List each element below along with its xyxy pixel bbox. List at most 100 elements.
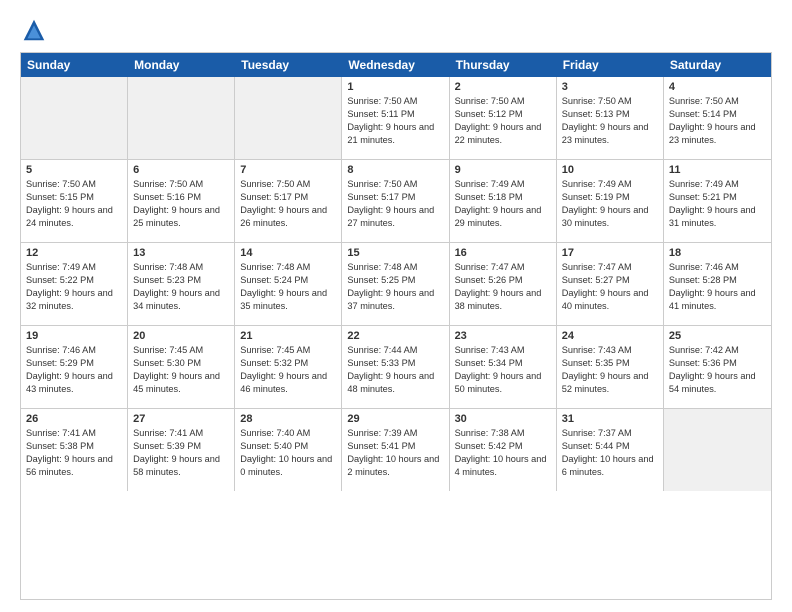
calendar-cell-29: 29 Sunrise: 7:39 AM Sunset: 5:41 PM Dayli…: [342, 409, 449, 491]
cell-info: Sunrise: 7:46 AM Sunset: 5:28 PM Dayligh…: [669, 261, 766, 313]
cell-info: Sunrise: 7:39 AM Sunset: 5:41 PM Dayligh…: [347, 427, 443, 479]
day-number: 11: [669, 164, 766, 176]
cell-info: Sunrise: 7:48 AM Sunset: 5:23 PM Dayligh…: [133, 261, 229, 313]
calendar-cell-4: 4 Sunrise: 7:50 AM Sunset: 5:14 PM Daylig…: [664, 77, 771, 159]
calendar-cell-19: 19Sunrise: 7:46 AM Sunset: 5:29 PM Dayli…: [21, 326, 128, 408]
header-day-monday: Monday: [128, 53, 235, 77]
calendar-cell-25: 25 Sunrise: 7:42 AM Sunset: 5:36 PM Dayli…: [664, 326, 771, 408]
day-number: 29: [347, 413, 443, 425]
calendar-cell-empty-6: [664, 409, 771, 491]
calendar-row-4: 26Sunrise: 7:41 AM Sunset: 5:38 PM Dayli…: [21, 408, 771, 491]
calendar-body: 1 Sunrise: 7:50 AM Sunset: 5:11 PM Daylig…: [21, 77, 771, 491]
calendar-cell-7: 7Sunrise: 7:50 AM Sunset: 5:17 PM Daylig…: [235, 160, 342, 242]
day-number: 6: [133, 164, 229, 176]
day-number: 8: [347, 164, 443, 176]
cell-info: Sunrise: 7:42 AM Sunset: 5:36 PM Dayligh…: [669, 344, 766, 396]
day-number: 17: [562, 247, 658, 259]
calendar-cell-30: 30Sunrise: 7:38 AM Sunset: 5:42 PM Dayli…: [450, 409, 557, 491]
day-number: 1: [347, 81, 443, 93]
day-number: 4: [669, 81, 766, 93]
logo: [20, 16, 52, 44]
calendar-cell-16: 16Sunrise: 7:47 AM Sunset: 5:26 PM Dayli…: [450, 243, 557, 325]
calendar-cell-10: 10 Sunrise: 7:49 AM Sunset: 5:19 PM Dayli…: [557, 160, 664, 242]
cell-info: Sunrise: 7:48 AM Sunset: 5:24 PM Dayligh…: [240, 261, 336, 313]
cell-info: Sunrise: 7:50 AM Sunset: 5:12 PM Dayligh…: [455, 95, 551, 147]
calendar-row-3: 19Sunrise: 7:46 AM Sunset: 5:29 PM Dayli…: [21, 325, 771, 408]
header-day-sunday: Sunday: [21, 53, 128, 77]
cell-info: Sunrise: 7:50 AM Sunset: 5:11 PM Dayligh…: [347, 95, 443, 147]
cell-info: Sunrise: 7:40 AM Sunset: 5:40 PM Dayligh…: [240, 427, 336, 479]
calendar-cell-1: 1 Sunrise: 7:50 AM Sunset: 5:11 PM Daylig…: [342, 77, 449, 159]
calendar-cell-22: 22Sunrise: 7:44 AM Sunset: 5:33 PM Dayli…: [342, 326, 449, 408]
calendar-cell-8: 8Sunrise: 7:50 AM Sunset: 5:17 PM Daylig…: [342, 160, 449, 242]
cell-info: Sunrise: 7:43 AM Sunset: 5:34 PM Dayligh…: [455, 344, 551, 396]
day-number: 31: [562, 413, 658, 425]
header-day-tuesday: Tuesday: [235, 53, 342, 77]
calendar-cell-24: 24 Sunrise: 7:43 AM Sunset: 5:35 PM Dayli…: [557, 326, 664, 408]
cell-info: Sunrise: 7:38 AM Sunset: 5:42 PM Dayligh…: [455, 427, 551, 479]
calendar-cell-13: 13 Sunrise: 7:48 AM Sunset: 5:23 PM Dayli…: [128, 243, 235, 325]
cell-info: Sunrise: 7:37 AM Sunset: 5:44 PM Dayligh…: [562, 427, 658, 479]
calendar-cell-6: 6Sunrise: 7:50 AM Sunset: 5:16 PM Daylig…: [128, 160, 235, 242]
day-number: 27: [133, 413, 229, 425]
header-day-wednesday: Wednesday: [342, 53, 449, 77]
cell-info: Sunrise: 7:49 AM Sunset: 5:21 PM Dayligh…: [669, 178, 766, 230]
calendar-cell-18: 18Sunrise: 7:46 AM Sunset: 5:28 PM Dayli…: [664, 243, 771, 325]
cell-info: Sunrise: 7:46 AM Sunset: 5:29 PM Dayligh…: [26, 344, 122, 396]
day-number: 15: [347, 247, 443, 259]
calendar-row-0: 1 Sunrise: 7:50 AM Sunset: 5:11 PM Daylig…: [21, 77, 771, 159]
cell-info: Sunrise: 7:50 AM Sunset: 5:13 PM Dayligh…: [562, 95, 658, 147]
calendar-header: SundayMondayTuesdayWednesdayThursdayFrid…: [21, 53, 771, 77]
calendar-cell-2: 2 Sunrise: 7:50 AM Sunset: 5:12 PM Daylig…: [450, 77, 557, 159]
calendar-cell-15: 15 Sunrise: 7:48 AM Sunset: 5:25 PM Dayli…: [342, 243, 449, 325]
calendar-cell-empty-0: [21, 77, 128, 159]
day-number: 25: [669, 330, 766, 342]
cell-info: Sunrise: 7:47 AM Sunset: 5:27 PM Dayligh…: [562, 261, 658, 313]
calendar-cell-12: 12 Sunrise: 7:49 AM Sunset: 5:22 PM Dayli…: [21, 243, 128, 325]
day-number: 20: [133, 330, 229, 342]
calendar-row-1: 5Sunrise: 7:50 AM Sunset: 5:15 PM Daylig…: [21, 159, 771, 242]
day-number: 9: [455, 164, 551, 176]
calendar-cell-21: 21Sunrise: 7:45 AM Sunset: 5:32 PM Dayli…: [235, 326, 342, 408]
header-day-thursday: Thursday: [450, 53, 557, 77]
day-number: 12: [26, 247, 122, 259]
day-number: 26: [26, 413, 122, 425]
calendar: SundayMondayTuesdayWednesdayThursdayFrid…: [20, 52, 772, 600]
day-number: 24: [562, 330, 658, 342]
header-day-friday: Friday: [557, 53, 664, 77]
calendar-cell-26: 26Sunrise: 7:41 AM Sunset: 5:38 PM Dayli…: [21, 409, 128, 491]
calendar-cell-3: 3Sunrise: 7:50 AM Sunset: 5:13 PM Daylig…: [557, 77, 664, 159]
cell-info: Sunrise: 7:47 AM Sunset: 5:26 PM Dayligh…: [455, 261, 551, 313]
header-day-saturday: Saturday: [664, 53, 771, 77]
page: SundayMondayTuesdayWednesdayThursdayFrid…: [0, 0, 792, 612]
cell-info: Sunrise: 7:48 AM Sunset: 5:25 PM Dayligh…: [347, 261, 443, 313]
calendar-cell-11: 11 Sunrise: 7:49 AM Sunset: 5:21 PM Dayli…: [664, 160, 771, 242]
day-number: 21: [240, 330, 336, 342]
day-number: 10: [562, 164, 658, 176]
day-number: 22: [347, 330, 443, 342]
calendar-cell-28: 28Sunrise: 7:40 AM Sunset: 5:40 PM Dayli…: [235, 409, 342, 491]
day-number: 23: [455, 330, 551, 342]
calendar-cell-17: 17 Sunrise: 7:47 AM Sunset: 5:27 PM Dayli…: [557, 243, 664, 325]
calendar-cell-23: 23 Sunrise: 7:43 AM Sunset: 5:34 PM Dayli…: [450, 326, 557, 408]
logo-icon: [20, 16, 48, 44]
calendar-cell-14: 14 Sunrise: 7:48 AM Sunset: 5:24 PM Dayli…: [235, 243, 342, 325]
calendar-row-2: 12 Sunrise: 7:49 AM Sunset: 5:22 PM Dayli…: [21, 242, 771, 325]
day-number: 2: [455, 81, 551, 93]
calendar-cell-27: 27 Sunrise: 7:41 AM Sunset: 5:39 PM Dayli…: [128, 409, 235, 491]
calendar-cell-empty-1: [128, 77, 235, 159]
day-number: 5: [26, 164, 122, 176]
calendar-cell-9: 9 Sunrise: 7:49 AM Sunset: 5:18 PM Daylig…: [450, 160, 557, 242]
cell-info: Sunrise: 7:41 AM Sunset: 5:39 PM Dayligh…: [133, 427, 229, 479]
cell-info: Sunrise: 7:45 AM Sunset: 5:30 PM Dayligh…: [133, 344, 229, 396]
day-number: 13: [133, 247, 229, 259]
cell-info: Sunrise: 7:49 AM Sunset: 5:18 PM Dayligh…: [455, 178, 551, 230]
cell-info: Sunrise: 7:50 AM Sunset: 5:17 PM Dayligh…: [240, 178, 336, 230]
cell-info: Sunrise: 7:50 AM Sunset: 5:14 PM Dayligh…: [669, 95, 766, 147]
cell-info: Sunrise: 7:43 AM Sunset: 5:35 PM Dayligh…: [562, 344, 658, 396]
day-number: 14: [240, 247, 336, 259]
calendar-cell-20: 20 Sunrise: 7:45 AM Sunset: 5:30 PM Dayli…: [128, 326, 235, 408]
cell-info: Sunrise: 7:49 AM Sunset: 5:19 PM Dayligh…: [562, 178, 658, 230]
cell-info: Sunrise: 7:49 AM Sunset: 5:22 PM Dayligh…: [26, 261, 122, 313]
calendar-cell-5: 5Sunrise: 7:50 AM Sunset: 5:15 PM Daylig…: [21, 160, 128, 242]
